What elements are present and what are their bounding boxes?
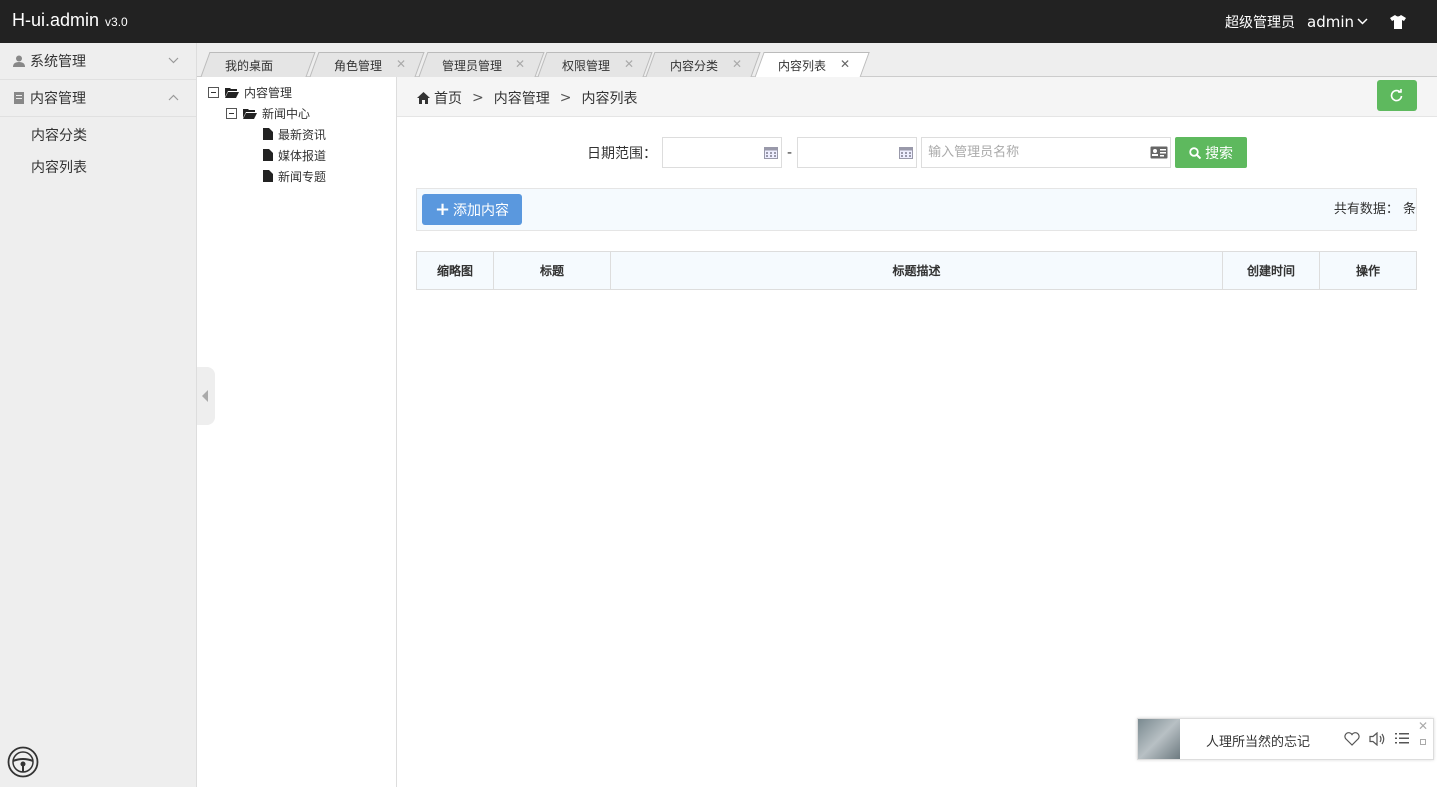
category-tree: 内容管理 新闻中心 最新资讯 媒体报道 新闻专题	[197, 77, 397, 787]
tree-node-label: 新闻中心	[262, 106, 311, 121]
top-navbar: H-ui.admin v3.0 超级管理员 admin	[0, 0, 1437, 43]
breadcrumb-separator: >	[559, 90, 572, 106]
total-count: 共有数据： 条	[1333, 202, 1416, 217]
tab-label: 角色管理	[334, 59, 383, 73]
collapse-toggle[interactable]	[208, 86, 219, 98]
username: admin	[1307, 12, 1354, 31]
table-header-row: 缩略图 标题 标题描述 创建时间 操作	[416, 251, 1417, 290]
steering-wheel-icon[interactable]	[7, 746, 39, 778]
chevron-up-icon	[168, 94, 179, 101]
minimize-icon[interactable]	[1420, 739, 1426, 745]
caret-left-icon	[202, 390, 208, 402]
tree-leaf[interactable]: 最新资讯	[263, 125, 326, 143]
tab-label: 内容列表	[778, 59, 827, 73]
close-icon[interactable]: ✕	[840, 57, 850, 71]
sidebar: 系统管理 内容管理 内容分类 内容列表	[0, 43, 197, 787]
search-button[interactable]: 搜索	[1175, 137, 1248, 168]
tab-label: 权限管理	[562, 59, 611, 73]
folder-open-icon	[243, 108, 257, 119]
menu-system[interactable]: 系统管理	[0, 43, 196, 80]
heart-icon[interactable]	[1344, 732, 1360, 746]
document-icon	[14, 92, 24, 104]
content-table: 缩略图 标题 标题描述 创建时间 操作	[416, 251, 1417, 290]
user-role: 超级管理员	[1225, 14, 1295, 31]
user-icon	[13, 55, 25, 67]
album-cover[interactable]	[1138, 719, 1180, 759]
brand-name: H-ui.admin	[12, 10, 100, 30]
admin-name-placeholder: 输入管理员名称	[928, 145, 1020, 160]
close-icon[interactable]: ✕	[1418, 719, 1428, 733]
file-icon	[263, 128, 273, 140]
search-button-label: 搜索	[1205, 145, 1234, 162]
admin-name-input[interactable]: 输入管理员名称	[921, 137, 1172, 168]
col-title: 标题	[493, 251, 611, 290]
tab-bar: 我的桌面 角色管理 ✕ 管理员管理 ✕ 权限管理 ✕ 内容分类 ✕ 内容列表 ✕	[197, 43, 1437, 78]
close-icon[interactable]: ✕	[732, 57, 742, 71]
list-toolbar: + 添加内容 共有数据： 条	[416, 188, 1417, 231]
id-card-icon	[1150, 146, 1168, 159]
calendar-icon[interactable]	[764, 147, 778, 159]
col-created-time[interactable]: 创建时间	[1222, 251, 1320, 290]
col-actions: 操作	[1319, 251, 1417, 290]
tab-label: 管理员管理	[442, 59, 503, 73]
menu-content[interactable]: 内容管理	[0, 80, 196, 117]
close-icon[interactable]: ✕	[624, 57, 634, 71]
content-submenu: 内容分类 内容列表	[0, 117, 196, 189]
refresh-button[interactable]	[1377, 80, 1417, 111]
song-title: 人理所当然的忘记	[1206, 735, 1311, 750]
chevron-down-icon	[168, 57, 179, 64]
plus-icon: +	[434, 199, 451, 220]
breadcrumb: 首页 > 内容管理 > 内容列表	[417, 88, 637, 108]
breadcrumb-separator: >	[472, 90, 484, 106]
date-range-dash: -	[787, 144, 793, 161]
breadcrumb-level1: 内容管理	[493, 91, 550, 107]
date-start-input[interactable]	[662, 137, 782, 168]
calendar-icon[interactable]	[899, 147, 914, 159]
brand-logo[interactable]: H-ui.admin v3.0	[12, 10, 128, 31]
add-content-button[interactable]: + 添加内容	[422, 194, 522, 225]
user-menu[interactable]: admin	[1307, 13, 1368, 31]
tab-label: 内容分类	[670, 59, 719, 73]
tree-node-label: 内容管理	[244, 85, 293, 100]
playlist-icon[interactable]	[1395, 732, 1409, 745]
file-icon	[263, 149, 273, 161]
shirt-icon[interactable]	[1390, 14, 1406, 29]
tree-node-news[interactable]: 新闻中心	[226, 104, 310, 122]
collapse-toggle[interactable]	[226, 107, 237, 119]
sidebar-collapse-handle[interactable]	[197, 367, 215, 425]
date-range-label: 日期范围：	[587, 145, 657, 162]
brand-version: v3.0	[105, 15, 128, 29]
home-icon	[417, 92, 430, 104]
volume-icon[interactable]	[1369, 732, 1386, 746]
search-icon	[1189, 146, 1202, 159]
music-player: 人理所当然的忘记 ✕	[1137, 718, 1434, 760]
menu-system-label: 系统管理	[30, 54, 86, 70]
col-thumbnail: 缩略图	[416, 251, 494, 290]
sidebar-item-content-category[interactable]: 内容分类	[0, 125, 196, 157]
file-icon	[263, 170, 273, 182]
tree-leaf-label: 新闻专题	[278, 169, 327, 184]
breadcrumb-bar: 首页 > 内容管理 > 内容列表	[397, 77, 1437, 117]
tree-leaf[interactable]: 新闻专题	[263, 167, 326, 185]
breadcrumb-level2: 内容列表	[581, 91, 638, 107]
tree-leaf[interactable]: 媒体报道	[263, 146, 326, 164]
date-end-input[interactable]	[797, 137, 918, 168]
folder-open-icon	[225, 87, 239, 98]
search-form: 日期范围： - 输入管理员名称 搜索	[587, 137, 1248, 168]
add-content-label: 添加内容	[453, 202, 510, 219]
chevron-down-icon	[1357, 18, 1368, 25]
refresh-icon	[1390, 89, 1403, 102]
menu-content-label: 内容管理	[30, 91, 86, 107]
tree-leaf-label: 最新资讯	[278, 127, 327, 142]
sidebar-item-content-list[interactable]: 内容列表	[0, 157, 196, 189]
col-description: 标题描述	[610, 251, 1223, 290]
tab-label: 我的桌面	[225, 59, 274, 73]
tree-leaf-label: 媒体报道	[278, 148, 327, 163]
close-icon[interactable]: ✕	[396, 57, 406, 71]
tree-node-root[interactable]: 内容管理	[208, 83, 292, 101]
close-icon[interactable]: ✕	[515, 57, 525, 71]
breadcrumb-home[interactable]: 首页	[434, 88, 462, 108]
